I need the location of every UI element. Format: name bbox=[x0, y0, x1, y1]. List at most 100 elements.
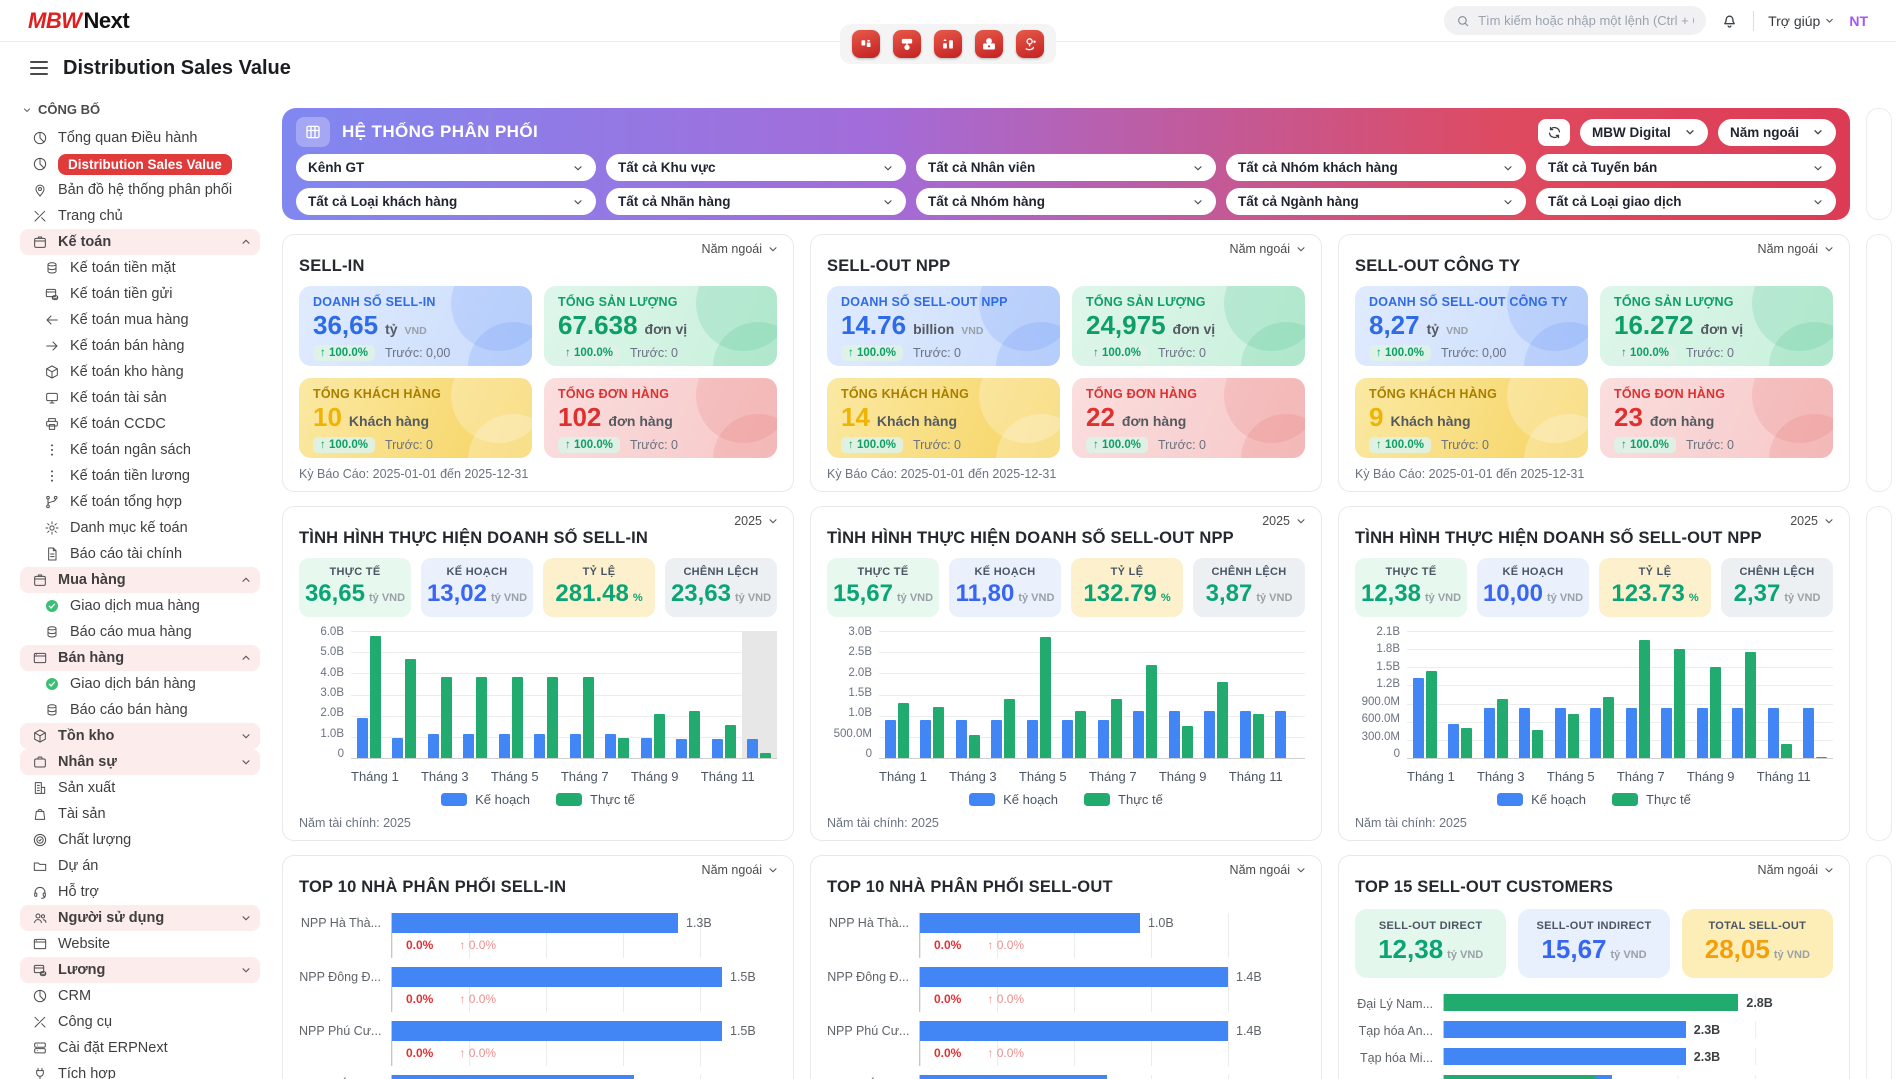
inventory-app-icon[interactable] bbox=[852, 30, 880, 58]
stat-unit: tỷ VND bbox=[1425, 592, 1461, 604]
stock-app-icon[interactable] bbox=[934, 30, 962, 58]
card-period-select[interactable]: Năm ngoái bbox=[702, 863, 779, 877]
sidebar-item[interactable]: Tồn kho bbox=[20, 723, 260, 749]
sidebar-item[interactable]: Danh mục kế toán bbox=[20, 515, 260, 541]
hbar-label: NPP Phú Cư... bbox=[299, 1021, 391, 1066]
sidebar-item[interactable]: Kế toán mua hàng bbox=[20, 307, 260, 333]
sidebar-item[interactable]: Kế toán CCDC bbox=[20, 411, 260, 437]
card-period-select[interactable]: Năm ngoái bbox=[1758, 863, 1835, 877]
card-period-select[interactable]: 2025 bbox=[1262, 514, 1307, 528]
sidebar-item-label: Kế toán mua hàng bbox=[70, 312, 189, 328]
sidebar-item[interactable]: Kế toán bán hàng bbox=[20, 333, 260, 359]
sidebar-item[interactable]: Kế toán ngân sách bbox=[20, 437, 260, 463]
card-period-select[interactable]: Năm ngoái bbox=[1230, 863, 1307, 877]
chart-bar bbox=[1603, 697, 1614, 758]
sidebar-item[interactable]: CRM bbox=[20, 983, 260, 1009]
search-icon bbox=[1456, 14, 1470, 28]
x-axis-labels: Tháng 1Tháng 3Tháng 5Tháng 7Tháng 9Tháng… bbox=[1407, 769, 1833, 784]
help-menu[interactable]: Trợ giúp bbox=[1768, 13, 1835, 29]
hamburger-menu-icon[interactable] bbox=[30, 61, 48, 75]
sidebar-item[interactable]: Kế toán bbox=[20, 229, 260, 255]
kpi-tile: TỔNG SẢN LƯỢNG16.272đơn vị↑ 100.0%Trước:… bbox=[1600, 286, 1833, 366]
sidebar-item[interactable]: Sản xuất bbox=[20, 775, 260, 801]
sidebar-item[interactable]: Kế toán tài sản bbox=[20, 385, 260, 411]
sidebar-item[interactable]: Tích hợp bbox=[20, 1061, 260, 1079]
sidebar-item-label: Danh mục kế toán bbox=[70, 520, 188, 536]
sidebar-item[interactable]: Giao dịch bán hàng bbox=[20, 671, 260, 697]
filter-select[interactable]: Tất cả Nhãn hàng bbox=[606, 188, 906, 215]
sidebar-item[interactable]: Cài đặt ERPNext bbox=[20, 1035, 260, 1061]
sidebar-item[interactable]: Kế toán kho hàng bbox=[20, 359, 260, 385]
sidebar-item[interactable]: Báo cáo tài chính bbox=[20, 541, 260, 567]
sidebar-item[interactable]: Nhân sự bbox=[20, 749, 260, 775]
sidebar-item[interactable]: Giao dịch mua hàng bbox=[20, 593, 260, 619]
chart-bar bbox=[1484, 708, 1495, 758]
chart-bar bbox=[956, 720, 967, 758]
pie-icon bbox=[32, 156, 48, 172]
sidebar-item[interactable]: Website bbox=[20, 931, 260, 957]
filter-select[interactable]: Tất cả Tuyến bán bbox=[1536, 154, 1836, 181]
company-select[interactable]: MBW Digital bbox=[1580, 119, 1708, 146]
sidebar-item[interactable]: Kế toán tiền gửi bbox=[20, 281, 260, 307]
y-tick-label: 1.5B bbox=[1355, 661, 1400, 673]
sidebar-item[interactable]: Kế toán tiền mặt bbox=[20, 255, 260, 281]
sidebar-item[interactable]: Người sử dụng bbox=[20, 905, 260, 931]
workflow-app-icon[interactable] bbox=[893, 30, 921, 58]
sidebar-item[interactable]: Chất lượng bbox=[20, 827, 260, 853]
chart-bar bbox=[1816, 757, 1827, 758]
sidebar-item[interactable]: Hỗ trợ bbox=[20, 879, 260, 905]
sidebar-item[interactable]: Trang chủ bbox=[20, 203, 260, 229]
card-period-select[interactable]: Năm ngoái bbox=[1230, 242, 1307, 256]
filter-select[interactable]: Tất cả Nhân viên bbox=[916, 154, 1216, 181]
grouped-bar-chart: 2.1B1.8B1.5B1.2B900.0M600.0M300.0M0 bbox=[1355, 631, 1833, 765]
chart-plot-area bbox=[879, 631, 1305, 759]
sidebar-item[interactable]: Kế toán tiền lương bbox=[20, 463, 260, 489]
sidebar-item[interactable]: Bán hàng bbox=[20, 645, 260, 671]
y-axis-labels: 3.0B2.5B2.0B1.5B1.0B500.0M0 bbox=[827, 626, 879, 760]
global-search[interactable] bbox=[1444, 6, 1706, 35]
sidebar-item-label: Công cụ bbox=[58, 1014, 112, 1030]
sidebar-section-cong-bo[interactable]: CÔNG BỐ bbox=[20, 96, 260, 125]
hbar-segment bbox=[920, 967, 1228, 987]
bar-group bbox=[1514, 631, 1550, 758]
coins-icon bbox=[44, 624, 60, 640]
filter-select-value: Tất cả Ngành hàng bbox=[1238, 194, 1494, 209]
stat-label: THỰC TẾ bbox=[303, 566, 407, 578]
card-period-select[interactable]: Năm ngoái bbox=[1758, 242, 1835, 256]
sidebar-item[interactable]: Công cụ bbox=[20, 1009, 260, 1035]
sidebar-item[interactable]: Bản đồ hệ thống phân phối bbox=[20, 177, 260, 203]
refresh-button[interactable] bbox=[1538, 119, 1570, 146]
card-period-select[interactable]: 2025 bbox=[734, 514, 779, 528]
filter-select[interactable]: Tất cả Khu vực bbox=[606, 154, 906, 181]
sidebar-item[interactable]: Distribution Sales Value bbox=[20, 151, 260, 177]
card-period-select[interactable]: 2025 bbox=[1790, 514, 1835, 528]
sidebar-item[interactable]: Dự án bbox=[20, 853, 260, 879]
banner-period-select[interactable]: Năm ngoái bbox=[1718, 119, 1836, 146]
filter-select[interactable]: Tất cả Nhóm hàng bbox=[916, 188, 1216, 215]
sidebar-item[interactable]: Lương bbox=[20, 957, 260, 983]
chart-bar bbox=[512, 677, 523, 758]
filter-select[interactable]: Tất cả Loại giao dịch bbox=[1536, 188, 1836, 215]
payment-app-icon[interactable] bbox=[975, 30, 1003, 58]
sidebar-item[interactable]: Tài sản bbox=[20, 801, 260, 827]
filter-select[interactable]: Kênh GT bbox=[296, 154, 596, 181]
user-avatar[interactable]: NT bbox=[1849, 13, 1868, 29]
bell-icon[interactable] bbox=[1720, 11, 1739, 30]
card-period-select[interactable]: Năm ngoái bbox=[702, 242, 779, 256]
report-period-footer: Kỳ Báo Cáo: 2025-01-01 đến 2025-12-31 bbox=[827, 467, 1305, 481]
sidebar-item-label: Bán hàng bbox=[58, 650, 124, 666]
route-app-icon[interactable] bbox=[1016, 30, 1044, 58]
legend-swatch bbox=[1612, 793, 1638, 806]
mbw-next-logo[interactable]: MBWNext bbox=[28, 8, 129, 34]
stat-chip: KẾ HOẠCH11,80tỷ VND bbox=[949, 558, 1061, 617]
sidebar-item[interactable]: Mua hàng bbox=[20, 567, 260, 593]
sidebar-item[interactable]: Báo cáo bán hàng bbox=[20, 697, 260, 723]
filter-select[interactable]: Tất cả Nhóm khách hàng bbox=[1226, 154, 1526, 181]
search-input[interactable] bbox=[1478, 13, 1694, 28]
filter-select[interactable]: Tất cả Ngành hàng bbox=[1226, 188, 1526, 215]
filter-select[interactable]: Tất cả Loại khách hàng bbox=[296, 188, 596, 215]
sidebar-item[interactable]: Báo cáo mua hàng bbox=[20, 619, 260, 645]
x-tick-label bbox=[399, 769, 421, 784]
sidebar-item[interactable]: Kế toán tổng hợp bbox=[20, 489, 260, 515]
sidebar-item[interactable]: Tổng quan Điều hành bbox=[20, 125, 260, 151]
